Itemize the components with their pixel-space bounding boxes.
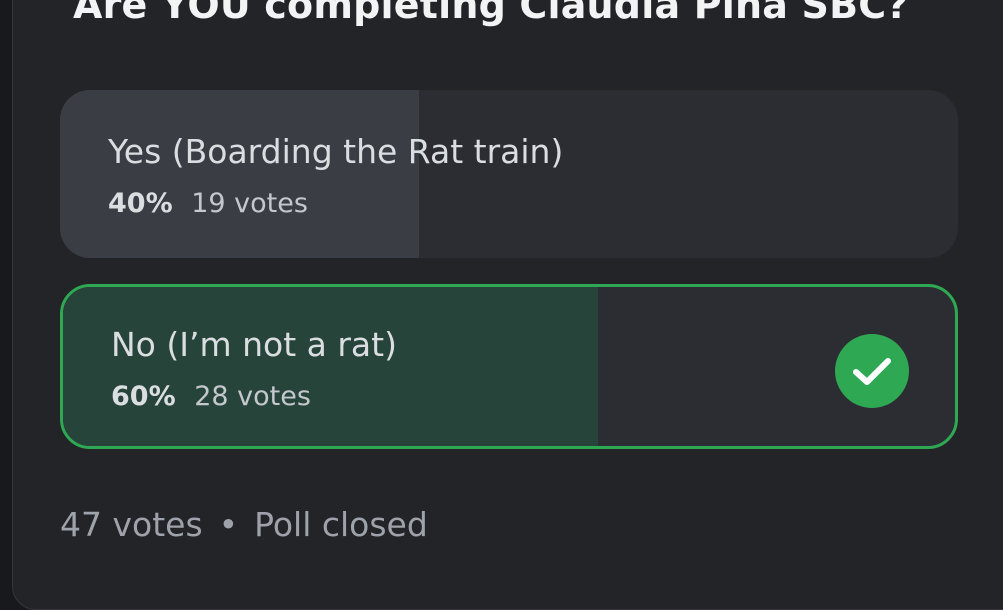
poll-question: Are YOU completing Claudia Pina SBC? xyxy=(73,0,909,27)
check-icon xyxy=(835,334,909,408)
answer-percent: 60% xyxy=(111,381,176,412)
poll-answer-no[interactable]: No (I’m not a rat) 60% 28 votes xyxy=(60,284,958,449)
poll-footer: 47 votes • Poll closed xyxy=(60,505,428,544)
poll-status: Poll closed xyxy=(254,505,428,544)
check-mark-svg xyxy=(853,358,891,385)
poll-answer-yes[interactable]: Yes (Boarding the Rat train) 40% 19 vote… xyxy=(60,90,958,258)
answer-votes: 28 votes xyxy=(194,381,311,412)
answer-label: Yes (Boarding the Rat train) xyxy=(108,132,564,171)
answer-result-bar xyxy=(63,287,599,446)
answer-stats: 60% 28 votes xyxy=(111,381,311,412)
answer-result-bar xyxy=(60,90,420,258)
answer-stats: 40% 19 votes xyxy=(108,188,308,219)
answer-votes: 19 votes xyxy=(191,188,308,219)
footer-separator: • xyxy=(218,505,239,544)
answer-percent: 40% xyxy=(108,188,173,219)
answer-label: No (I’m not a rat) xyxy=(111,325,397,364)
total-votes: 47 votes xyxy=(60,505,203,544)
